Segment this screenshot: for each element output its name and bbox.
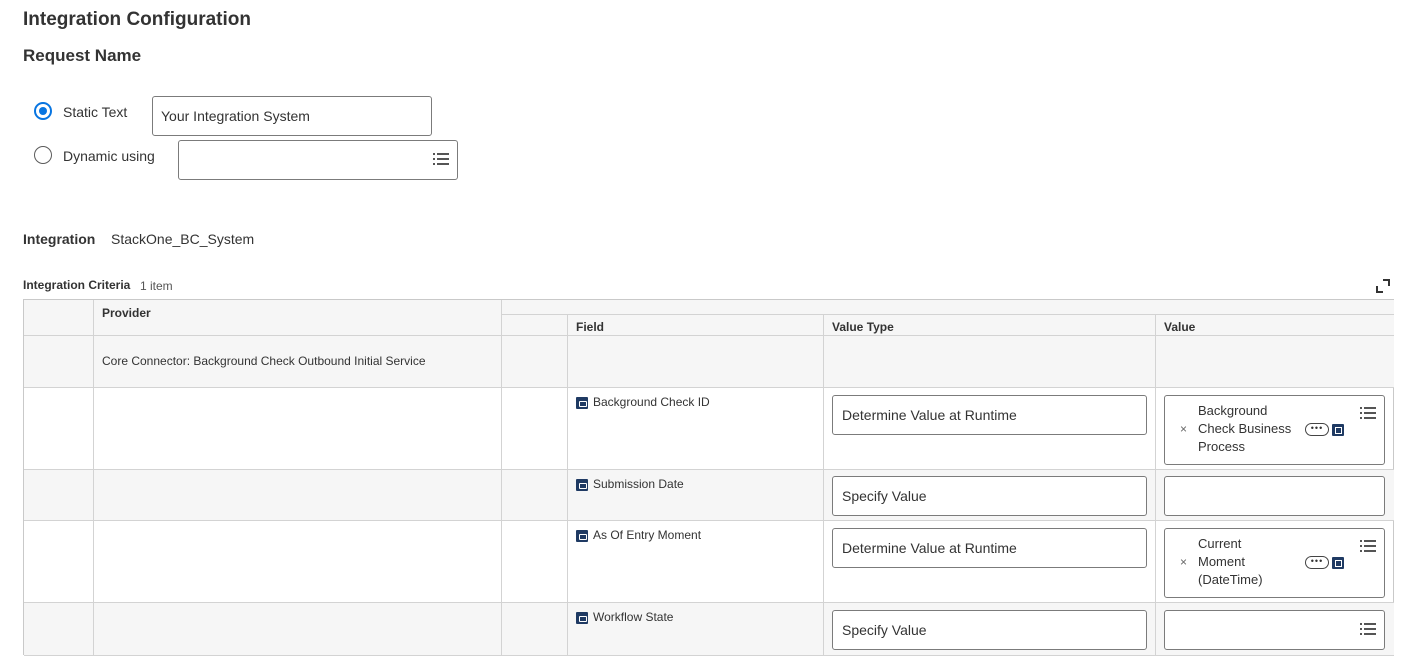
table-row-valuetype: Determine Value at Runtime: [824, 388, 1156, 470]
integration-label: Integration: [23, 231, 96, 247]
workflow-icon: [576, 612, 588, 624]
value-input[interactable]: [1164, 476, 1385, 516]
table-row-blank-2: [502, 603, 568, 656]
static-text-radio[interactable]: [34, 102, 52, 120]
criteria-grid: Provider Field Value Type Value Core Con…: [23, 299, 1394, 656]
table-row-value: [1156, 470, 1394, 521]
integration-criteria-label: Integration Criteria: [23, 278, 131, 292]
field-name: Background Check ID: [593, 395, 710, 409]
static-text-label: Static Text: [63, 104, 128, 120]
value-header-cell: Value: [1156, 315, 1394, 336]
expand-icon[interactable]: [1375, 278, 1391, 294]
remove-value-icon[interactable]: ×: [1180, 422, 1187, 436]
value-type-select[interactable]: Specify Value: [832, 610, 1147, 650]
table-row-provider: [94, 521, 502, 603]
table-row-valuetype: Specify Value: [824, 470, 1156, 521]
selected-value-line-2: Check Business: [1198, 421, 1292, 436]
value-type-select[interactable]: Determine Value at Runtime: [832, 395, 1147, 435]
list-prompt-icon[interactable]: [433, 153, 449, 165]
table-row-provider: [94, 388, 502, 470]
table-row-provider: [94, 603, 502, 656]
list-prompt-icon[interactable]: [1360, 623, 1376, 635]
header-blank-cell: [24, 300, 94, 336]
field-name: As Of Entry Moment: [593, 528, 702, 542]
table-row-valuetype: Specify Value: [824, 603, 1156, 656]
table-row-field: Background Check ID: [568, 388, 824, 470]
value-type-column-header: Value Type: [832, 320, 894, 334]
selected-value-line-2: Moment: [1198, 554, 1245, 569]
table-row-field: Workflow State: [568, 603, 824, 656]
related-actions-icon[interactable]: [1332, 424, 1344, 436]
table-row-blank: [24, 603, 94, 656]
table-row-value: × Background Check Business Process •••: [1156, 388, 1394, 470]
value-column-header: Value: [1164, 320, 1196, 334]
calendar-icon: [576, 530, 588, 542]
subheader-blank-cell: [502, 315, 568, 336]
table-row-blank: [24, 388, 94, 470]
table-row-blank: [24, 470, 94, 521]
list-prompt-icon[interactable]: [1360, 407, 1376, 419]
more-options-icon[interactable]: •••: [1305, 556, 1329, 569]
table-row-valuetype: Determine Value at Runtime: [824, 521, 1156, 603]
provider-value: Core Connector: Background Check Outboun…: [102, 354, 426, 368]
selected-value-line-1: Background: [1198, 403, 1268, 418]
remove-value-icon[interactable]: ×: [1180, 555, 1187, 569]
field-type-icon: [576, 397, 588, 409]
value-type-select[interactable]: Specify Value: [832, 476, 1147, 516]
calendar-icon[interactable]: [1332, 557, 1344, 569]
list-prompt-icon[interactable]: [1360, 540, 1376, 552]
table-row-blank-2: [502, 521, 568, 603]
table-row-blank-2: [502, 470, 568, 521]
provider-row-cell: Core Connector: Background Check Outboun…: [94, 336, 502, 388]
table-row-blank: [24, 521, 94, 603]
dynamic-using-radio[interactable]: [34, 146, 52, 164]
dynamic-using-label: Dynamic using: [63, 148, 155, 164]
table-row-field: As Of Entry Moment: [568, 521, 824, 603]
field-name: Workflow State: [593, 610, 674, 624]
table-row-value: [1156, 603, 1394, 656]
provider-row-blank-2: [502, 336, 568, 388]
provider-row-field: [568, 336, 824, 388]
criteria-item-count: 1 item: [140, 279, 173, 293]
provider-row-blank: [24, 336, 94, 388]
value-type-header-cell: Value Type: [824, 315, 1156, 336]
table-row-provider: [94, 470, 502, 521]
selected-value-line-3: (DateTime): [1198, 572, 1263, 587]
field-header-cell: Field: [568, 315, 824, 336]
dynamic-using-input[interactable]: [178, 140, 458, 180]
field-column-header: Field: [576, 320, 605, 334]
selected-value-line-1: Current: [1198, 536, 1242, 551]
table-row-value: × Current Moment (DateTime) •••: [1156, 521, 1394, 603]
provider-header-cell: Provider: [94, 300, 502, 336]
group-header-cell: [502, 300, 1394, 315]
field-name: Submission Date: [593, 477, 684, 491]
provider-row-value: [1156, 336, 1394, 388]
table-row-blank-2: [502, 388, 568, 470]
table-row-field: Submission Date: [568, 470, 824, 521]
request-name-title: Request Name: [23, 46, 142, 65]
static-text-input[interactable]: Your Integration System: [152, 96, 432, 136]
calendar-icon: [576, 479, 588, 491]
provider-column-header: Provider: [102, 306, 151, 320]
value-prompt-field[interactable]: [1164, 610, 1385, 650]
value-type-select[interactable]: Determine Value at Runtime: [832, 528, 1147, 568]
provider-row-valuetype: [824, 336, 1156, 388]
integration-value: StackOne_BC_System: [111, 231, 255, 247]
more-options-icon[interactable]: •••: [1305, 423, 1329, 436]
page-title: Integration Configuration: [23, 9, 251, 30]
selected-value-line-3: Process: [1198, 439, 1245, 454]
